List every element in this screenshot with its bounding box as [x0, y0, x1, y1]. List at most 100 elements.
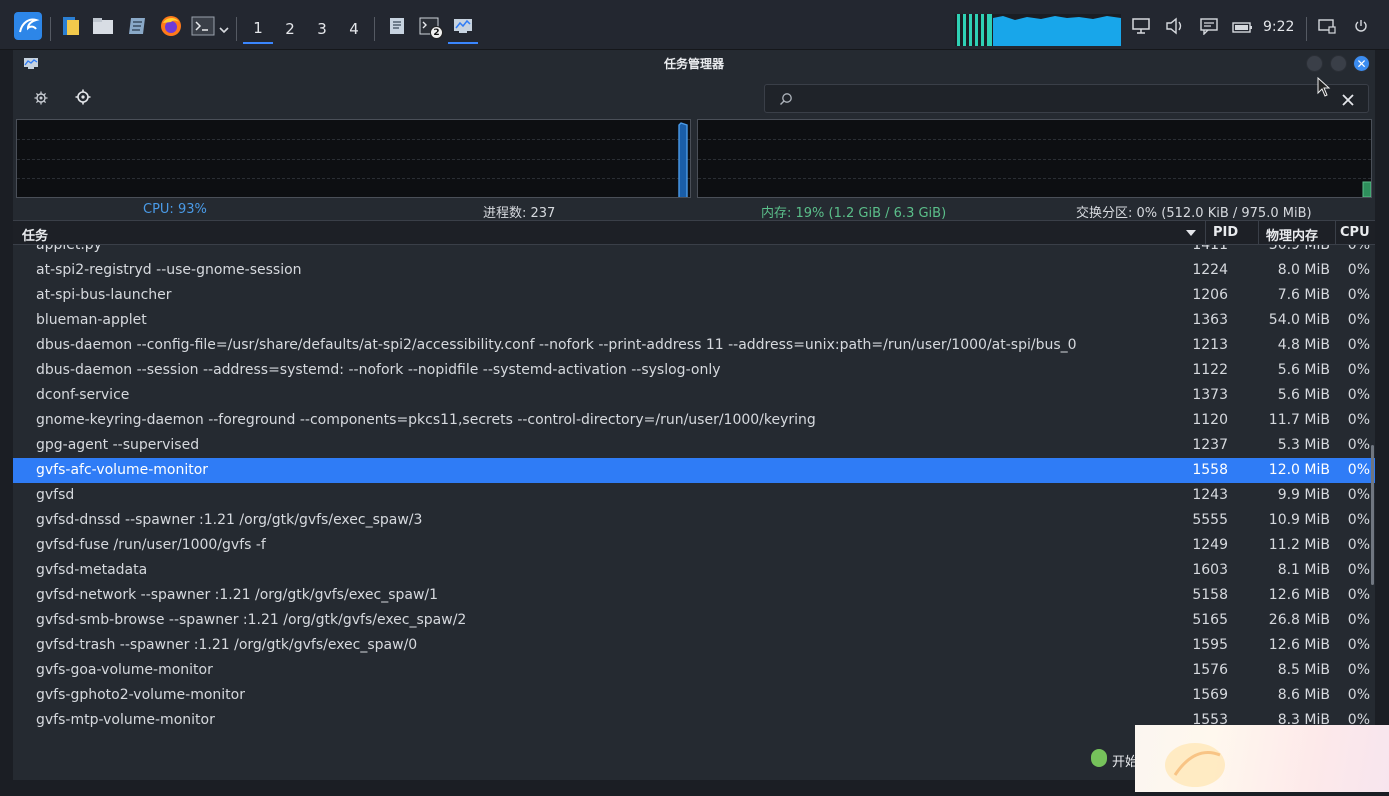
process-name: gpg-agent --supervised	[36, 437, 199, 453]
column-header-cpu[interactable]: CPU	[1340, 225, 1370, 240]
battery-icon	[1232, 19, 1254, 38]
workspace-3[interactable]: 3	[307, 14, 337, 44]
notification-icon	[1199, 17, 1219, 39]
search-input[interactable]	[797, 88, 1317, 109]
volume-indicator[interactable]	[1160, 13, 1190, 43]
process-pid: 1213	[1192, 337, 1228, 353]
sort-descending-icon[interactable]	[1185, 227, 1197, 242]
cpu-monitor-graph	[955, 14, 1121, 46]
top-panel: 1 2 3 4 2	[0, 0, 1389, 50]
settings-button[interactable]	[29, 88, 53, 110]
text-editor-icon	[387, 16, 407, 40]
process-name: gvfsd-metadata	[36, 562, 147, 578]
network-indicator[interactable]	[1126, 13, 1156, 43]
firefox-launcher[interactable]	[156, 13, 186, 43]
workspace-4[interactable]: 4	[339, 14, 369, 44]
chevron-down-icon	[219, 19, 229, 38]
table-row[interactable]: gvfs-afc-volume-monitor155812.0 MiB0%	[13, 458, 1375, 483]
taskbar-terminal-windows[interactable]: 2	[416, 13, 446, 43]
process-pid: 1576	[1192, 662, 1228, 678]
process-name: gnome-keyring-daemon --foreground --comp…	[36, 412, 816, 428]
table-row[interactable]: gvfsd-network --spawner :1.21 /org/gtk/g…	[13, 583, 1375, 608]
process-name: gvfsd-dnssd --spawner :1.21 /org/gtk/gvf…	[36, 512, 422, 528]
table-row[interactable]: gvfs-gphoto2-volume-monitor15698.6 MiB0%	[13, 683, 1375, 708]
table-row[interactable]: gvfs-goa-volume-monitor15768.5 MiB0%	[13, 658, 1375, 683]
process-cpu: 0%	[1348, 637, 1370, 653]
process-memory: 5.3 MiB	[1278, 437, 1330, 453]
watermark	[1135, 725, 1389, 792]
minimize-button[interactable]	[1306, 55, 1323, 72]
process-cpu: 0%	[1348, 362, 1370, 378]
process-pid: 1363	[1192, 312, 1228, 328]
taskbar-editor-window[interactable]	[382, 13, 412, 43]
table-row[interactable]: gvfsd-smb-browse --spawner :1.21 /org/gt…	[13, 608, 1375, 633]
process-name: gvfsd-network --spawner :1.21 /org/gtk/g…	[36, 587, 438, 603]
table-row[interactable]: at-spi2-registryd --use-gnome-session122…	[13, 258, 1375, 283]
process-pid: 5165	[1192, 612, 1228, 628]
close-window-button[interactable]: ✕	[1353, 55, 1370, 72]
column-header-pid[interactable]: PID	[1213, 225, 1238, 240]
file-manager-launcher[interactable]	[56, 13, 86, 43]
show-desktop-button[interactable]	[1312, 13, 1342, 43]
table-row[interactable]: gnome-keyring-daemon --foreground --comp…	[13, 408, 1375, 433]
text-editor-launcher[interactable]	[122, 13, 152, 43]
process-cpu: 0%	[1348, 462, 1370, 478]
table-row[interactable]: gvfsd-fuse /run/user/1000/gvfs -f124911.…	[13, 533, 1375, 558]
process-name: dbus-daemon --config-file=/usr/share/def…	[36, 337, 1077, 353]
table-row[interactable]: gvfsd-dnssd --spawner :1.21 /org/gtk/gvf…	[13, 508, 1375, 533]
power-button[interactable]	[1346, 13, 1376, 43]
battery-indicator[interactable]	[1228, 13, 1258, 43]
terminal-dropdown-button[interactable]	[216, 13, 232, 43]
process-pid: 1224	[1192, 262, 1228, 278]
app-menu-button[interactable]	[13, 13, 43, 43]
process-name: gvfsd-smb-browse --spawner :1.21 /org/gt…	[36, 612, 466, 628]
table-row[interactable]: dbus-daemon --session --address=systemd:…	[13, 358, 1375, 383]
terminal-icon: 2	[419, 17, 443, 39]
search-box[interactable]	[764, 84, 1369, 113]
column-header-memory[interactable]: 物理内存	[1266, 225, 1318, 244]
table-row[interactable]: gvfsd-metadata16038.1 MiB0%	[13, 558, 1375, 583]
search-icon	[779, 91, 793, 110]
process-name: at-spi-bus-launcher	[36, 287, 172, 303]
table-row[interactable]: applet.py 1411 30.9 MiB 0%	[13, 245, 1375, 258]
display-icon	[1318, 18, 1336, 38]
clear-search-button[interactable]	[1342, 91, 1354, 110]
table-row[interactable]: gpg-agent --supervised12375.3 MiB0%	[13, 433, 1375, 458]
crosshair-icon	[75, 89, 91, 109]
folder-launcher[interactable]	[88, 13, 118, 43]
table-row[interactable]: gvfsd-trash --spawner :1.21 /org/gtk/gvf…	[13, 633, 1375, 658]
workspace-2[interactable]: 2	[275, 14, 305, 44]
process-pid: 5555	[1192, 512, 1228, 528]
select-window-button[interactable]	[71, 88, 95, 110]
close-icon	[1342, 91, 1354, 110]
process-name: dbus-daemon --session --address=systemd:…	[36, 362, 721, 378]
process-name: gvfsd-trash --spawner :1.21 /org/gtk/gvf…	[36, 637, 417, 653]
process-pid: 5158	[1192, 587, 1228, 603]
column-header-task[interactable]: 任务	[22, 225, 48, 244]
process-cpu: 0%	[1348, 612, 1370, 628]
process-cpu: 0%	[1348, 562, 1370, 578]
clock[interactable]: 9:22	[1263, 19, 1294, 35]
process-memory: 8.0 MiB	[1278, 262, 1330, 278]
taskbar-task-manager-window[interactable]	[448, 13, 478, 44]
cpu-history-graph	[16, 119, 691, 198]
terminal-launcher[interactable]	[186, 13, 220, 43]
summary-bar: CPU: 93% 进程数: 237 内存: 19% (1.2 GiB / 6.3…	[13, 200, 1375, 220]
folder-icon	[92, 15, 114, 41]
process-name: gvfsd-fuse /run/user/1000/gvfs -f	[36, 537, 266, 553]
process-memory: 8.1 MiB	[1278, 562, 1330, 578]
table-row[interactable]: dbus-daemon --config-file=/usr/share/def…	[13, 333, 1375, 358]
workspace-1[interactable]: 1	[243, 14, 273, 44]
table-row[interactable]: at-spi-bus-launcher12067.6 MiB0%	[13, 283, 1375, 308]
notifications-indicator[interactable]	[1194, 13, 1224, 43]
table-row[interactable]: blueman-applet136354.0 MiB0%	[13, 308, 1375, 333]
process-name: gvfs-gphoto2-volume-monitor	[36, 687, 245, 703]
table-row[interactable]: gvfsd12439.9 MiB0%	[13, 483, 1375, 508]
start-toggle[interactable]	[1091, 749, 1107, 767]
table-row[interactable]: dconf-service13735.6 MiB0%	[13, 383, 1375, 408]
process-pid: 1249	[1192, 537, 1228, 553]
scrollbar[interactable]	[1371, 445, 1374, 585]
title-bar[interactable]: 任务管理器 ✕	[13, 50, 1375, 76]
maximize-button[interactable]	[1330, 55, 1347, 72]
process-pid: 1206	[1192, 287, 1228, 303]
